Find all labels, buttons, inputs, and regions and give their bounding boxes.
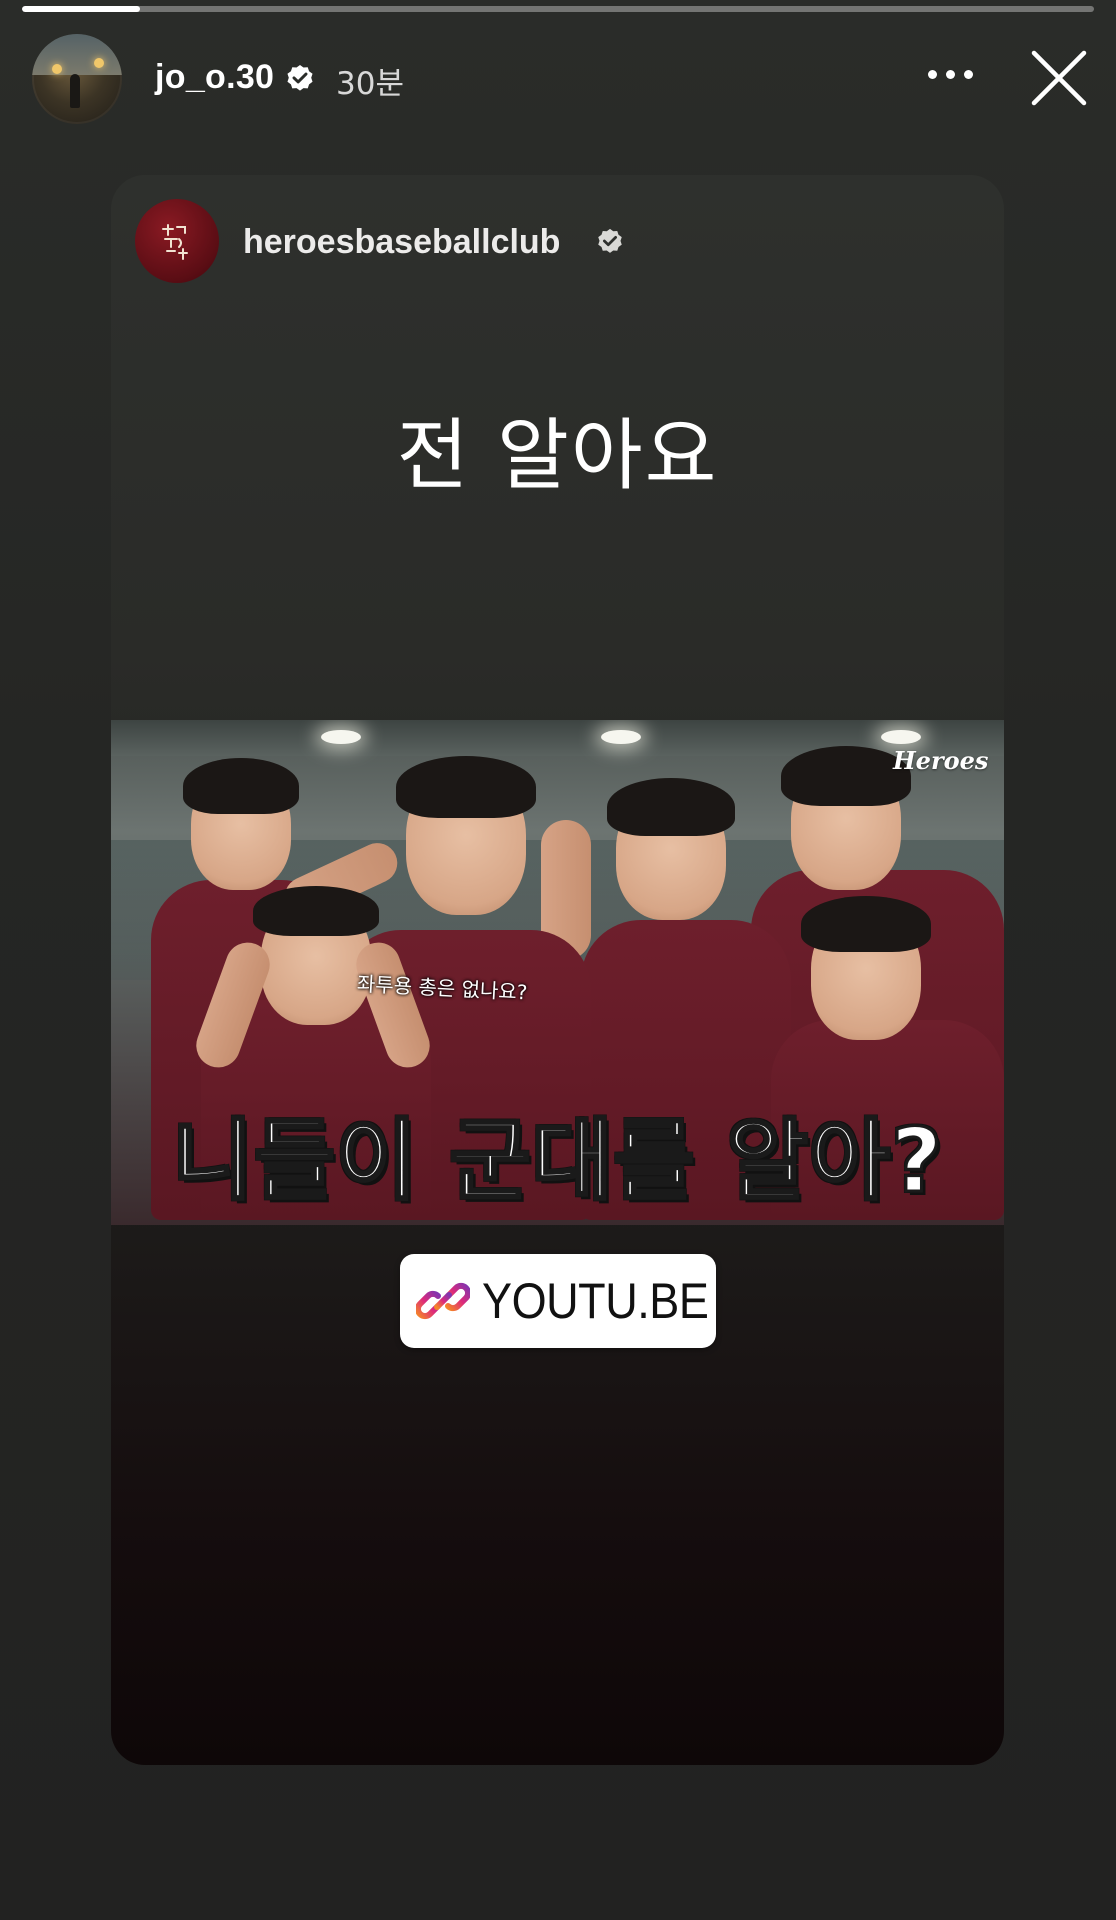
link-label: YOUTU.BE bbox=[482, 1273, 709, 1329]
user-avatar[interactable] bbox=[32, 34, 122, 124]
link-sticker[interactable]: YOUTU.BE bbox=[400, 1254, 716, 1348]
verified-badge-icon bbox=[598, 228, 622, 253]
more-options-button[interactable] bbox=[922, 52, 978, 96]
close-icon[interactable] bbox=[1028, 47, 1090, 109]
time-ago: 30분 bbox=[336, 66, 404, 102]
story-viewer: jo_o.30 30분 heroesbaseballclub 전 알아요 Her… bbox=[0, 0, 1116, 1920]
post-caption: 전 알아요 bbox=[396, 411, 719, 501]
club-avatar[interactable] bbox=[135, 199, 219, 283]
username[interactable]: jo_o.30 bbox=[155, 58, 274, 97]
shared-post-card[interactable]: heroesbaseballclub 전 알아요 Heroes 좌투용 총은 없… bbox=[111, 175, 1004, 1765]
post-username[interactable]: heroesbaseballclub bbox=[243, 223, 560, 262]
story-progress-bar bbox=[22, 6, 1094, 12]
heroes-brand-mark: Heroes bbox=[893, 746, 989, 775]
club-logo bbox=[162, 224, 188, 260]
video-thumbnail[interactable]: Heroes 좌투용 총은 없나요? 니들이 군대를 알아? bbox=[111, 720, 1004, 1225]
story-header: jo_o.30 30분 bbox=[0, 30, 1116, 126]
verified-badge-icon bbox=[287, 65, 313, 91]
story-progress-fill bbox=[22, 6, 140, 12]
thumbnail-headline: 니들이 군대를 알아? bbox=[170, 1108, 943, 1214]
link-icon bbox=[416, 1282, 470, 1320]
